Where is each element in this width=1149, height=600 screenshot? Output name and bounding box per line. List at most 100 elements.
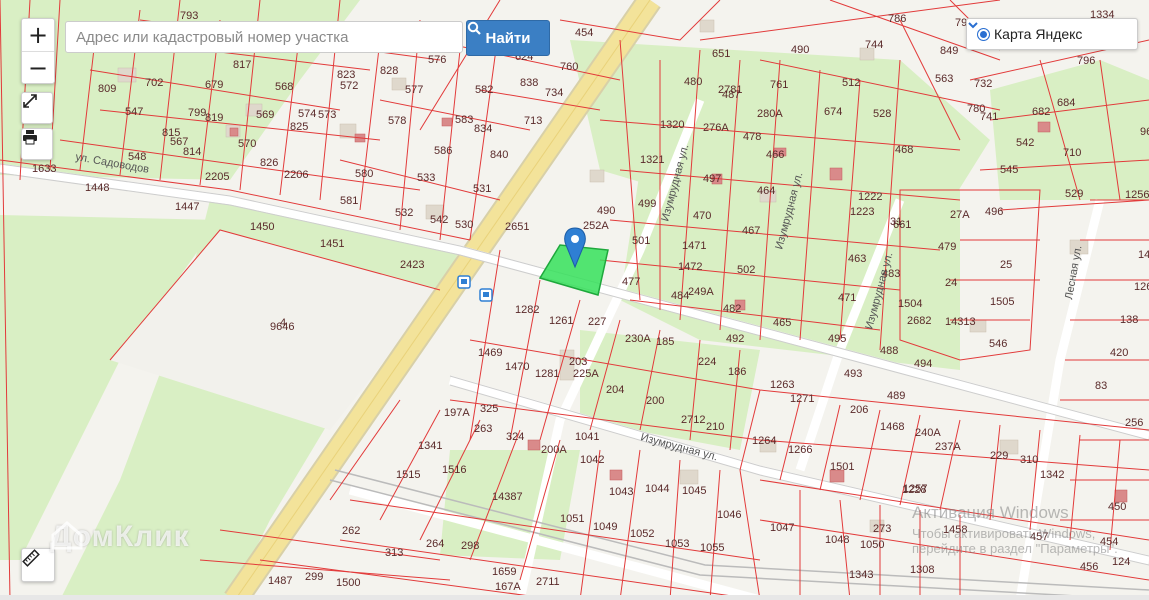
map-layer-select[interactable]: Карта Яндекс: [966, 18, 1138, 50]
parcel-number-label: 1222: [858, 191, 882, 203]
bus-stop-icon[interactable]: [479, 288, 493, 302]
parcel-number-label: 9646: [1140, 126, 1149, 138]
parcel-number-label: 1228: [902, 484, 926, 496]
parcel-number-label: 496: [985, 206, 1003, 218]
parcel-number-label: 31: [890, 216, 902, 228]
windows-activation-watermark: Активация Windows Чтобы активировать Win…: [912, 503, 1149, 556]
parcel-number-label: 760: [560, 61, 578, 73]
parcel-number-label: 126: [1134, 281, 1149, 293]
zoom-in-button[interactable]: +: [22, 19, 54, 51]
parcel-number-label: 581: [340, 195, 358, 207]
parcel-number-label: 578: [388, 115, 406, 127]
parcel-number-label: 197А: [444, 407, 470, 419]
parcel-number-label: 299: [305, 571, 323, 583]
parcel-number-label: 1468: [880, 421, 904, 433]
parcel-number-label: 674: [824, 106, 842, 118]
house-logo-icon: [51, 521, 83, 550]
parcel-number-label: 1470: [505, 361, 529, 373]
parcel-number-label: 25: [1000, 259, 1012, 271]
parcel-number-label: 838: [520, 77, 538, 89]
parcel-number-label: 1048: [825, 534, 849, 546]
parcel-number-label: 529: [1065, 188, 1083, 200]
parcel-number-label: 1050: [860, 539, 884, 551]
parcel-number-label: 1342: [1040, 469, 1064, 481]
parcel-number-label: 463: [848, 253, 866, 265]
parcel-number-label: 1504: [898, 298, 922, 310]
print-button[interactable]: [21, 128, 53, 160]
parcel-number-label: 325: [480, 403, 498, 415]
parcel-number-label: 1320: [660, 119, 684, 131]
parcel-number-label: 492: [726, 333, 744, 345]
parcel-number-label: 573: [318, 109, 336, 121]
parcel-number-label: 679: [205, 79, 223, 91]
parcel-number-label: 1271: [790, 393, 814, 405]
parcel-number-label: 1448: [85, 182, 109, 194]
parcel-number-label: 479: [938, 241, 956, 253]
parcel-number-label: 141: [1138, 249, 1149, 261]
bus-stop-icon[interactable]: [457, 275, 471, 289]
parcel-number-label: 710: [1063, 147, 1081, 159]
parcel-number-label: 263: [474, 423, 492, 435]
zoom-out-button[interactable]: −: [22, 51, 54, 84]
parcel-number-label: 574: [298, 108, 316, 120]
parcel-number-label: 225А: [573, 368, 599, 380]
parcel-number-label: 484: [671, 290, 689, 302]
map-layer-label: Карта Яндекс: [994, 26, 1083, 42]
parcel-number-label: 1308: [910, 564, 934, 576]
parcel-number-label: 684: [1057, 97, 1075, 109]
parcel-number-label: 313: [385, 547, 403, 559]
parcel-number-label: 124: [1112, 556, 1130, 568]
map[interactable]: 793 817 809 702 679 568 547 799 819 569 573 815 567 8…: [0, 0, 1149, 600]
parcel-number-label: 470: [693, 210, 711, 222]
parcel-number-label: 210: [706, 421, 724, 433]
parcel-number-label: 761: [770, 79, 788, 91]
domclick-watermark: ДомКлик: [50, 520, 190, 554]
parcel-number-label: 454: [575, 27, 593, 39]
zoom-control: + −: [21, 18, 55, 84]
parcel-number-label: 237А: [935, 441, 961, 453]
parcel-number-label: 200: [646, 395, 664, 407]
parcel-number-label: 586: [434, 145, 452, 157]
parcel-number-label: 1044: [645, 483, 669, 495]
parcel-number-label: 24: [945, 277, 957, 289]
find-button[interactable]: Найти: [466, 20, 550, 56]
parcel-number-label: 468: [895, 144, 913, 156]
parcel-number-label: 249А: [688, 286, 714, 298]
parcel-number-label: 817: [233, 59, 251, 71]
search-input[interactable]: [65, 21, 463, 53]
parcel-number-label: 570: [238, 138, 256, 150]
parcel-number-label: 465: [773, 317, 791, 329]
parcel-number-label: 501: [632, 235, 650, 247]
parcel-number-label: 204: [606, 384, 624, 396]
parcel-number-label: 488: [880, 345, 898, 357]
parcel-number-label: 494: [914, 358, 932, 370]
parcel-number-label: 547: [125, 106, 143, 118]
parcel-number-label: 582: [475, 84, 493, 96]
parcel-number-label: 490: [791, 44, 809, 56]
parcel-number-label: 512: [842, 77, 860, 89]
parcel-number-label: 796: [1077, 55, 1095, 67]
parcel-number-label: 4: [280, 317, 286, 329]
parcel-number-label: 532: [395, 207, 413, 219]
search-icon: [467, 21, 481, 35]
ruler-icon: [22, 549, 40, 567]
parcel-number-label: 826: [260, 157, 278, 169]
parcel-number-label: 840: [490, 149, 508, 161]
parcel-number-label: 203: [569, 356, 587, 368]
parcel-number-label: 702: [145, 77, 163, 89]
parcel-number-label: 1051: [560, 513, 584, 525]
parcel-number-label: 262: [342, 525, 360, 537]
parcel-number-label: 542: [430, 214, 448, 226]
find-button-label: Найти: [485, 29, 531, 47]
fullscreen-button[interactable]: [21, 92, 53, 124]
parcel-number-label: 531: [473, 183, 491, 195]
printer-icon: [23, 130, 37, 145]
parcel-number-label: 542: [1016, 137, 1034, 149]
windows-activation-subtitle: Чтобы активировать Windows, перейдите в …: [912, 526, 1118, 556]
parcel-number-label: 2205: [205, 171, 229, 183]
parcel-number-label: 490: [597, 205, 615, 217]
parcel-number-label: 1471: [682, 240, 706, 252]
parcel-number-label: 2651: [505, 221, 529, 233]
parcel-number-label: 493: [844, 368, 862, 380]
parcel-number-label: 456: [1080, 561, 1098, 573]
